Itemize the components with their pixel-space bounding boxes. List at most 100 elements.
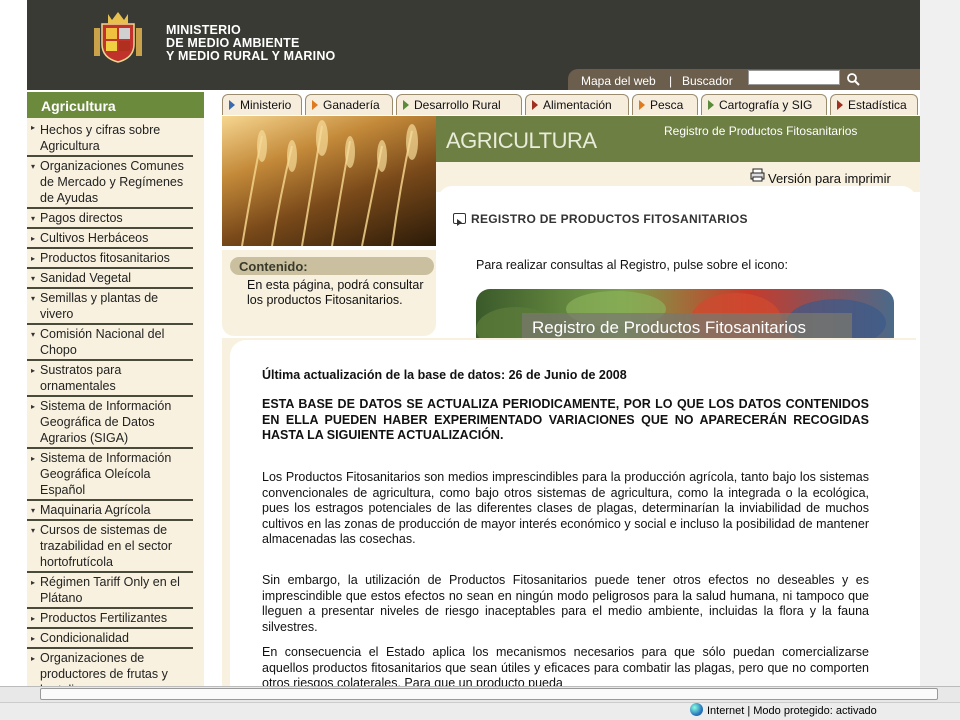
sidebar-item-label: Condicionalidad <box>40 631 129 645</box>
arrow-icon <box>639 100 645 110</box>
tab-desarrollo-rural[interactable]: Desarrollo Rural <box>396 94 522 115</box>
triangle-right-icon: ▸ <box>31 366 36 375</box>
sidebar-item[interactable]: ▾ Pagos directos <box>27 209 193 229</box>
print-version-link[interactable]: Versión para imprimir <box>768 171 891 186</box>
triangle-right-icon: ▸ <box>31 634 36 643</box>
triangle-down-icon: ▾ <box>31 214 36 223</box>
wheat-photo <box>222 116 436 247</box>
sidebar-item[interactable]: ▸ Condicionalidad <box>27 629 193 649</box>
sidebar-item-label: Productos Fertilizantes <box>40 611 168 625</box>
triangle-right-icon: ▸ <box>31 234 36 243</box>
tab-label: Ganadería <box>323 98 380 112</box>
update-notice: Última actualización de la base de datos… <box>262 368 627 382</box>
tab-label: Estadística <box>848 98 907 112</box>
browser-viewport: MINISTERIO DE MEDIO AMBIENTE Y MEDIO RUR… <box>0 0 960 720</box>
sidebar-item[interactable]: ▸ Sustratos para ornamentales <box>27 361 193 397</box>
sitemap-link[interactable]: Mapa del web <box>581 74 656 88</box>
tab-ministerio[interactable]: Ministerio <box>222 94 302 115</box>
sidebar-item[interactable]: ▸ Organizaciones de productores de frutas… <box>27 649 193 686</box>
triangle-down-icon: ▾ <box>31 274 36 283</box>
sidebar-item-label: Sistema de Información Geográfica de Dat… <box>40 399 172 445</box>
triangle-down-icon: ▾ <box>31 526 36 535</box>
triangle-down-icon: ▾ <box>31 330 36 339</box>
search-icon[interactable] <box>846 72 860 86</box>
sidebar-item-label: Organizaciones Comunes de Mercado y Regí… <box>40 159 184 205</box>
arrow-icon <box>312 100 318 110</box>
tab-label: Cartografía y SIG <box>719 98 813 112</box>
consult-instruction: Para realizar consultas al Registro, pul… <box>476 258 788 272</box>
sidebar-item[interactable]: ▾ Semillas y plantas de vivero <box>27 289 193 325</box>
sidebar-item-label: Maquinaria Agrícola <box>40 503 151 517</box>
tab-estadistica[interactable]: Estadística <box>830 94 918 115</box>
triangle-right-icon: ▸ <box>31 123 36 132</box>
arrow-icon <box>532 100 538 110</box>
sidebar-item-label: Cursos de sistemas de trazabilidad en el… <box>40 523 173 569</box>
sidebar-item[interactable]: ▸ Cultivos Herbáceos <box>27 229 193 249</box>
sidebar-item-label: Organizaciones de productores de frutas … <box>40 651 168 686</box>
sidebar-item[interactable]: ▸ Hechos y cifras sobre Agricultura <box>27 118 193 157</box>
tab-pesca[interactable]: Pesca <box>632 94 698 115</box>
triangle-down-icon: ▾ <box>31 294 36 303</box>
section-arrow-icon <box>453 213 466 226</box>
sidebar-item-label: Sanidad Vegetal <box>40 271 132 285</box>
sidebar-item[interactable]: ▸ Sistema de Información Geográfica de Da… <box>27 397 193 449</box>
tab-label: Desarrollo Rural <box>414 98 501 112</box>
sidebar-item[interactable]: ▾ Cursos de sistemas de trazabilidad en e… <box>27 521 193 573</box>
triangle-down-icon: ▾ <box>31 506 36 515</box>
scrollbar-thumb[interactable] <box>40 688 938 700</box>
search-input[interactable] <box>748 70 840 85</box>
sidebar-item-label: Cultivos Herbáceos <box>40 231 149 245</box>
contenido-label: Contenido: <box>239 259 308 274</box>
printer-icon[interactable] <box>750 168 765 182</box>
internet-zone-icon <box>690 703 703 716</box>
sidebar-item[interactable]: ▾ Maquinaria Agrícola <box>27 501 193 521</box>
triangle-right-icon: ▸ <box>31 654 36 663</box>
tab-label: Ministerio <box>240 98 292 112</box>
sidebar-item[interactable]: ▾ Organizaciones Comunes de Mercado y Reg… <box>27 157 193 209</box>
tab-cartografia-sig[interactable]: Cartografía y SIG <box>701 94 827 115</box>
tab-ganaderia[interactable]: Ganadería <box>305 94 393 115</box>
separator: | <box>669 74 673 88</box>
triangle-right-icon: ▸ <box>31 402 36 411</box>
security-zone-text: Internet | Modo protegido: activado <box>707 705 877 717</box>
spain-coat-of-arms-icon[interactable] <box>92 10 144 66</box>
sidebar-title: Agricultura <box>27 92 204 118</box>
triangle-right-icon: ▸ <box>31 254 36 263</box>
arrow-icon <box>837 100 843 110</box>
search-link[interactable]: Buscador <box>682 74 733 88</box>
warning-notice: ESTA BASE DE DATOS SE ACTUALIZA PERIODIC… <box>262 397 869 442</box>
arrow-icon <box>403 100 409 110</box>
sidebar: Agricultura ▸ Hechos y cifras sobre Agric… <box>27 92 204 686</box>
wheat-ears-image <box>241 120 418 247</box>
ministry-line-3: Y MEDIO RURAL Y MARINO <box>166 49 336 63</box>
arrow-icon <box>708 100 714 110</box>
sidebar-item[interactable]: ▾ Sanidad Vegetal <box>27 269 193 289</box>
sidebar-item-label: Sistema de Información Geográfica Oleíco… <box>40 451 172 497</box>
tab-label: Alimentación <box>543 98 612 112</box>
sidebar-item-label: Comisión Nacional del Chopo <box>40 327 165 357</box>
triangle-right-icon: ▸ <box>31 578 36 587</box>
tab-label: Pesca <box>650 98 684 112</box>
top-nav-tabs: Ministerio Ganadería Desarrollo Rural Al… <box>208 92 920 116</box>
sidebar-item[interactable]: ▸ Productos Fertilizantes <box>27 609 193 629</box>
paragraph-3: En consecuencia el Estado aplica los mec… <box>262 645 869 686</box>
section-heading: REGISTRO DE PRODUCTOS FITOSANITARIOS <box>471 212 748 226</box>
triangle-right-icon: ▸ <box>31 614 36 623</box>
sidebar-item-label: Productos fitosanitarios <box>40 251 170 265</box>
sidebar-item[interactable]: ▸ Productos fitosanitarios <box>27 249 193 269</box>
sidebar-item[interactable]: ▸ Sistema de Información Geográfica Oleíc… <box>27 449 193 501</box>
triangle-down-icon: ▾ <box>31 162 36 171</box>
section-title: AGRICULTURA <box>446 128 597 153</box>
sidebar-item[interactable]: ▾ Comisión Nacional del Chopo <box>27 325 193 361</box>
page-margin <box>920 0 960 686</box>
sidebar-menu: ▸ Hechos y cifras sobre Agricultura ▾ Organ… <box>27 118 204 686</box>
sidebar-item-label: Sustratos para ornamentales <box>40 363 122 393</box>
paragraph-2: Sin embargo, la utilización de Productos… <box>262 573 869 634</box>
page-subtitle: Registro de Productos Fitosanitarios <box>664 124 858 138</box>
sidebar-item-label: Hechos y cifras sobre Agricultura <box>40 123 161 153</box>
ministry-name: MINISTERIO DE MEDIO AMBIENTE Y MEDIO RUR… <box>166 24 335 63</box>
sidebar-item-label: Semillas y plantas de vivero <box>40 291 159 321</box>
sidebar-item[interactable]: ▸ Régimen Tariff Only en el Plátano <box>27 573 193 609</box>
sidebar-item-label: Pagos directos <box>40 211 123 225</box>
tab-alimentacion[interactable]: Alimentación <box>525 94 629 115</box>
